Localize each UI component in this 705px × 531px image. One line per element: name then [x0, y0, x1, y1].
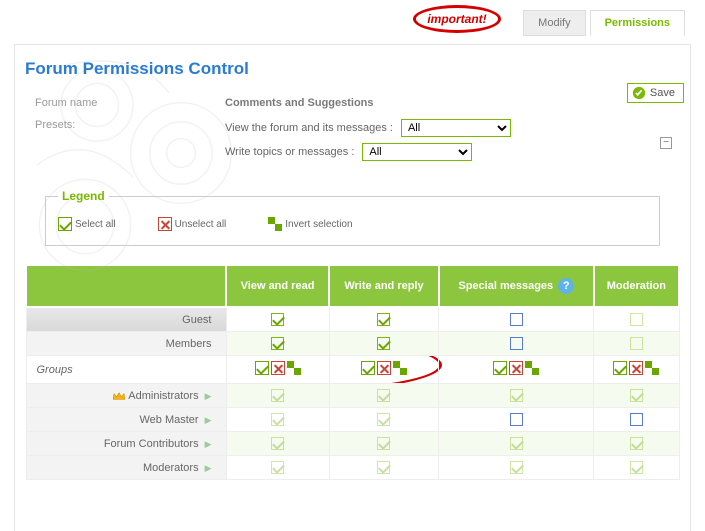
row-administrators: Administrators▶ [26, 384, 679, 408]
cb-wm-write[interactable] [377, 413, 390, 426]
row-guest: Guest [26, 307, 679, 332]
help-icon[interactable]: ? [558, 278, 574, 294]
bulk-inv-special[interactable] [525, 361, 539, 375]
legend-invert[interactable]: Invert selection [268, 217, 352, 231]
cb-members-mod[interactable] [630, 337, 643, 350]
tab-permissions[interactable]: Permissions [590, 10, 685, 36]
bulk-unsel-write[interactable] [377, 361, 391, 375]
col-write: Write and reply [329, 265, 439, 307]
row-webmaster: Web Master▶ [26, 408, 679, 432]
page-title: Forum Permissions Control [25, 59, 680, 79]
bulk-sel-mod[interactable] [613, 361, 627, 375]
cb-wm-mod[interactable] [630, 413, 643, 426]
col-view: View and read [226, 265, 329, 307]
chevron-icon: ▶ [205, 439, 212, 449]
chevron-icon: ▶ [205, 463, 212, 473]
legend-title: Legend [58, 189, 109, 203]
crown-icon [112, 391, 126, 401]
bulk-sel-view[interactable] [255, 361, 269, 375]
presets-label: Presets: [35, 119, 225, 167]
cb-guest-special[interactable] [510, 313, 523, 326]
tab-modify[interactable]: Modify [523, 10, 585, 36]
row-label-webmaster[interactable]: Web Master▶ [26, 408, 226, 432]
row-moderators: Moderators▶ [26, 456, 679, 480]
preset-write-select[interactable]: All [362, 143, 472, 161]
select-all-icon [58, 217, 72, 231]
chevron-icon: ▶ [205, 391, 212, 401]
cb-admin-mod[interactable] [630, 389, 643, 402]
row-contributors: Forum Contributors▶ [26, 432, 679, 456]
bulk-inv-mod[interactable] [645, 361, 659, 375]
bulk-inv-view[interactable] [287, 361, 301, 375]
cb-admin-special[interactable] [510, 389, 523, 402]
legend-unselect-all[interactable]: Unselect all [158, 217, 227, 231]
bulk-sel-write[interactable] [361, 361, 375, 375]
invert-icon [268, 217, 282, 231]
permissions-panel: Forum Permissions Control Save − Forum n… [14, 44, 691, 531]
cb-members-view[interactable] [271, 337, 284, 350]
chevron-icon: ▶ [205, 415, 212, 425]
preset-view-label: View the forum and its messages : [225, 122, 393, 134]
cb-mod-mod[interactable] [630, 461, 643, 474]
cb-members-write[interactable] [377, 337, 390, 350]
annotation-important: important! [413, 5, 501, 33]
cb-admin-view[interactable] [271, 389, 284, 402]
preset-view-select[interactable]: All [401, 119, 511, 137]
cb-guest-mod[interactable] [630, 313, 643, 326]
cb-members-special[interactable] [510, 337, 523, 350]
bulk-unsel-special[interactable] [509, 361, 523, 375]
unselect-all-icon [158, 217, 172, 231]
bulk-inv-write[interactable] [393, 361, 407, 375]
bulk-unsel-view[interactable] [271, 361, 285, 375]
forum-name-label: Forum name [35, 97, 225, 109]
bulk-sel-special[interactable] [493, 361, 507, 375]
cb-wm-view[interactable] [271, 413, 284, 426]
row-groups: Groups [26, 356, 679, 384]
row-label-contrib[interactable]: Forum Contributors▶ [26, 432, 226, 456]
cb-wm-special[interactable] [510, 413, 523, 426]
cb-mod-write[interactable] [377, 461, 390, 474]
tab-bar: Modify Permissions [523, 10, 685, 36]
cb-guest-view[interactable] [271, 313, 284, 326]
cb-mod-view[interactable] [271, 461, 284, 474]
cb-guest-write[interactable] [377, 313, 390, 326]
legend-fieldset: Legend Select all Unselect all Invert se… [45, 189, 660, 246]
row-label-admin[interactable]: Administrators▶ [26, 384, 226, 408]
col-blank [26, 265, 226, 307]
row-label-moderators[interactable]: Moderators▶ [26, 456, 226, 480]
bulk-unsel-mod[interactable] [629, 361, 643, 375]
cb-fc-mod[interactable] [630, 437, 643, 450]
cb-admin-write[interactable] [377, 389, 390, 402]
col-special: Special messages ? [439, 265, 594, 307]
row-label-guest: Guest [26, 307, 226, 332]
col-moderation: Moderation [594, 265, 679, 307]
cb-mod-special[interactable] [510, 461, 523, 474]
cb-fc-special[interactable] [510, 437, 523, 450]
permissions-table: View and read Write and reply Special me… [25, 264, 680, 480]
row-label-members: Members [26, 332, 226, 356]
forum-name-value: Comments and Suggestions [225, 97, 374, 109]
preset-write-label: Write topics or messages : [225, 146, 354, 158]
row-label-groups: Groups [26, 356, 226, 384]
row-members: Members [26, 332, 679, 356]
cb-fc-write[interactable] [377, 437, 390, 450]
cb-fc-view[interactable] [271, 437, 284, 450]
legend-select-all[interactable]: Select all [58, 217, 116, 231]
